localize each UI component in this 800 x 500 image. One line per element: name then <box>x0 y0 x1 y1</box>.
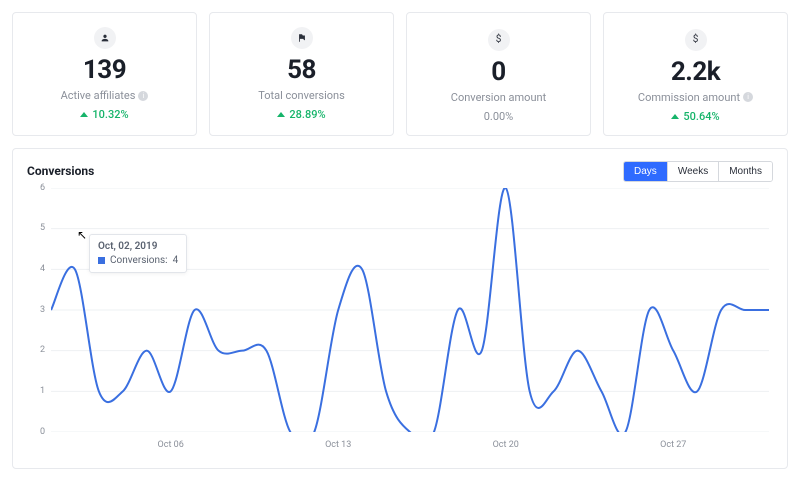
stat-cards-row: 139 Active affiliates i 10.32% 58 Total … <box>12 12 788 136</box>
card-label: Conversion amount <box>417 91 580 104</box>
trend-up-icon <box>671 114 679 119</box>
trend-up-icon <box>277 112 285 117</box>
chart-tooltip: Oct, 02, 2019 Conversions: 4 <box>89 234 187 273</box>
info-icon[interactable]: i <box>138 91 148 101</box>
y-tick-label: 0 <box>40 427 45 437</box>
card-active-affiliates: 139 Active affiliates i 10.32% <box>12 12 197 136</box>
conversions-panel: Conversions Days Weeks Months 0 1 2 3 4 5 6 Oc… <box>12 148 788 469</box>
range-segmented-control: Days Weeks Months <box>623 161 773 182</box>
y-tick-label: 1 <box>40 386 45 396</box>
card-conversion-amount: $ 0 Conversion amount 0.00% <box>406 12 591 136</box>
x-axis: Oct 06 Oct 13 Oct 20 Oct 27 <box>51 440 769 454</box>
x-tick-label: Oct 13 <box>325 440 351 450</box>
card-label: Commission amount i <box>614 91 777 104</box>
y-tick-label: 5 <box>40 223 45 233</box>
card-value: 2.2k <box>614 57 777 87</box>
y-axis: 0123456 <box>27 188 49 432</box>
card-delta: 28.89% <box>220 108 383 121</box>
tooltip-series-label: Conversions: <box>110 255 168 266</box>
tab-days[interactable]: Days <box>624 162 667 181</box>
y-tick-label: 4 <box>40 264 45 274</box>
chart-area: 0123456 Oct, 02, 2019 Conversions: 4 ↖ O… <box>27 188 773 460</box>
x-tick-label: Oct 06 <box>158 440 184 450</box>
tab-weeks[interactable]: Weeks <box>667 162 718 181</box>
panel-header: Conversions Days Weeks Months <box>27 161 773 182</box>
card-total-conversions: 58 Total conversions 28.89% <box>209 12 394 136</box>
card-label: Active affiliates i <box>23 89 186 102</box>
user-icon <box>94 27 116 49</box>
y-tick-label: 2 <box>40 345 45 355</box>
card-label: Total conversions <box>220 89 383 102</box>
y-tick-label: 6 <box>40 183 45 193</box>
card-value: 0 <box>417 57 580 87</box>
flag-icon <box>291 27 313 49</box>
tooltip-swatch <box>98 257 105 264</box>
dollar-icon: $ <box>488 29 510 51</box>
x-tick-label: Oct 27 <box>660 440 686 450</box>
card-value: 139 <box>23 55 186 85</box>
card-delta: 10.32% <box>23 108 186 121</box>
tab-months[interactable]: Months <box>718 162 772 181</box>
tooltip-title: Oct, 02, 2019 <box>98 241 178 252</box>
dollar-icon: $ <box>685 29 707 51</box>
trend-up-icon <box>80 112 88 117</box>
plot-area[interactable]: Oct, 02, 2019 Conversions: 4 ↖ <box>51 188 769 432</box>
x-tick-label: Oct 20 <box>493 440 519 450</box>
line-chart-svg <box>51 188 769 432</box>
card-delta: 50.64% <box>614 110 777 123</box>
info-icon[interactable]: i <box>743 92 753 102</box>
card-commission-amount: $ 2.2k Commission amount i 50.64% <box>603 12 788 136</box>
card-delta: 0.00% <box>417 110 580 123</box>
panel-title: Conversions <box>27 164 94 178</box>
card-value: 58 <box>220 55 383 85</box>
y-tick-label: 3 <box>40 305 45 315</box>
tooltip-series-value: 4 <box>173 255 179 266</box>
